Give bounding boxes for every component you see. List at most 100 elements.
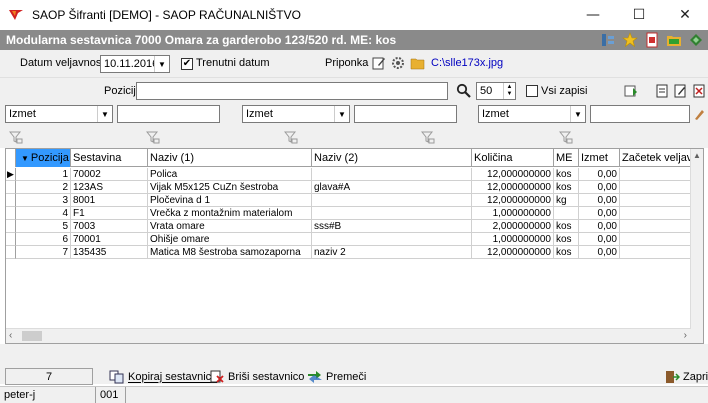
cell-name1[interactable]: Vrata omare	[148, 220, 312, 233]
cell-scrap[interactable]: 0,00	[579, 220, 620, 233]
cell-name1[interactable]: Vrečka z montažnim materialom	[148, 207, 312, 220]
filter-value-3[interactable]	[590, 105, 690, 123]
table-row[interactable]: 3 8001 Pločevina d 1 12,000000000 kg 0,00	[6, 194, 703, 207]
cell-unit[interactable]: kos	[554, 181, 579, 194]
cell-component[interactable]: 123AS	[71, 181, 148, 194]
cell-quantity[interactable]: 1,000000000	[472, 233, 554, 246]
position-search-input[interactable]	[136, 82, 448, 100]
folder-open-icon[interactable]	[666, 32, 682, 48]
cell-scrap[interactable]: 0,00	[579, 194, 620, 207]
attachment-file-link[interactable]: C:\slle173x.jpg	[431, 57, 503, 69]
cell-position[interactable]: 3	[16, 194, 71, 207]
scroll-left-icon[interactable]: ‹	[9, 330, 12, 341]
edit-attachment-icon[interactable]	[372, 56, 386, 70]
cell-quantity[interactable]: 1,000000000	[472, 207, 554, 220]
filter-field-2[interactable]: Izmet ▼	[242, 105, 350, 123]
cell-position[interactable]: 1	[16, 168, 71, 181]
horizontal-scrollbar[interactable]: ‹ ›	[6, 328, 691, 343]
column-header-unit[interactable]: ME	[554, 149, 579, 167]
cell-component[interactable]: 70001	[71, 233, 148, 246]
cell-position[interactable]: 5	[16, 220, 71, 233]
cell-scrap[interactable]: 0,00	[579, 181, 620, 194]
minimize-button[interactable]: —	[570, 0, 616, 30]
chevron-down-icon[interactable]: ▼	[334, 106, 349, 122]
table-row[interactable]: 6 70001 Ohišje omare 1,000000000 kos 0,00	[6, 233, 703, 246]
document-icon[interactable]	[644, 32, 660, 48]
filter-field-1[interactable]: Izmet ▼	[5, 105, 113, 123]
cell-position[interactable]: 4	[16, 207, 71, 220]
table-row[interactable]: ▶ 1 70002 Polica 12,000000000 kos 0,00	[6, 168, 703, 181]
cell-scrap[interactable]: 0,00	[579, 233, 620, 246]
table-row[interactable]: 4 F1 Vrečka z montažnim materialom 1,000000…	[6, 207, 703, 220]
cell-quantity[interactable]: 12,000000000	[472, 168, 554, 181]
filter-funnel-icon[interactable]	[284, 130, 298, 144]
filter-field-3[interactable]: Izmet ▼	[478, 105, 586, 123]
cell-scrap[interactable]: 0,00	[579, 168, 620, 181]
vertical-scrollbar[interactable]: ▲	[690, 149, 703, 343]
scroll-right-icon[interactable]: ›	[684, 330, 687, 341]
cell-name1[interactable]: Vijak M5x125 CuZn šestroba	[148, 181, 312, 194]
table-row[interactable]: 7 135435 Matica M8 šestroba samozaporna naz…	[6, 246, 703, 259]
maximize-button[interactable]: ☐	[616, 0, 662, 30]
cell-unit[interactable]: kos	[554, 233, 579, 246]
favorite-star-icon[interactable]	[622, 32, 638, 48]
current-date-checkbox[interactable]: ✔	[181, 58, 193, 70]
cell-name2[interactable]	[312, 233, 472, 246]
cell-name2[interactable]: naziv 2	[312, 246, 472, 259]
cell-name1[interactable]: Ohišje omare	[148, 233, 312, 246]
cell-position[interactable]: 7	[16, 246, 71, 259]
filter-funnel-icon[interactable]	[559, 130, 573, 144]
cell-component[interactable]: 8001	[71, 194, 148, 207]
table-row[interactable]: 2 123AS Vijak M5x125 CuZn šestroba glava#A 1…	[6, 181, 703, 194]
close-form-button[interactable]: Zapri	[664, 368, 708, 385]
edit-document-icon[interactable]	[673, 83, 687, 99]
column-header-component[interactable]: Sestavina	[71, 149, 148, 167]
cell-name1[interactable]: Pločevina d 1	[148, 194, 312, 207]
filter-funnel-icon[interactable]	[421, 130, 435, 144]
column-header-position[interactable]: ▼ Pozicija	[16, 149, 71, 167]
cell-unit[interactable]: kos	[554, 246, 579, 259]
search-icon[interactable]	[456, 83, 472, 99]
delete-component-list-button[interactable]: Briši sestavnico	[209, 368, 304, 385]
filter-funnel-icon[interactable]	[9, 130, 23, 144]
cell-position[interactable]: 2	[16, 181, 71, 194]
tree-view-icon[interactable]	[600, 32, 616, 48]
cell-name2[interactable]	[312, 168, 472, 181]
clear-filter-icon[interactable]	[693, 107, 705, 121]
cell-component[interactable]: F1	[71, 207, 148, 220]
copy-component-list-button[interactable]: Kopiraj sestavnico	[109, 368, 217, 385]
chevron-down-icon[interactable]: ▼	[154, 56, 169, 72]
cell-unit[interactable]: kos	[554, 168, 579, 181]
cell-position[interactable]: 6	[16, 233, 71, 246]
page-size-stepper[interactable]: 50 ▲ ▼	[476, 82, 516, 100]
all-records-checkbox[interactable]	[526, 85, 538, 97]
date-picker[interactable]: 10.11.2016 ▼	[100, 55, 170, 73]
cell-name1[interactable]: Matica M8 šestroba samozaporna	[148, 246, 312, 259]
table-row[interactable]: 5 7003 Vrata omare sss#B 2,000000000 kos 0,00	[6, 220, 703, 233]
cell-name1[interactable]: Polica	[148, 168, 312, 181]
filter-value-1[interactable]	[117, 105, 220, 123]
cell-scrap[interactable]: 0,00	[579, 246, 620, 259]
folder-open-icon[interactable]	[410, 56, 426, 70]
move-button[interactable]: Premeči	[307, 368, 366, 385]
cell-quantity[interactable]: 12,000000000	[472, 181, 554, 194]
settings-gear-icon[interactable]	[391, 56, 405, 70]
cell-name2[interactable]	[312, 194, 472, 207]
column-header-name1[interactable]: Naziv (1)	[148, 149, 312, 167]
new-document-icon[interactable]	[655, 83, 669, 99]
exit-icon[interactable]	[688, 32, 704, 48]
close-button[interactable]: ✕	[662, 0, 708, 30]
delete-document-icon[interactable]	[692, 83, 706, 99]
filter-funnel-icon[interactable]	[146, 130, 160, 144]
column-header-name2[interactable]: Naziv (2)	[312, 149, 472, 167]
scroll-up-icon[interactable]: ▲	[693, 151, 701, 160]
filter-value-2[interactable]	[354, 105, 457, 123]
cell-name2[interactable]	[312, 207, 472, 220]
cell-name2[interactable]: sss#B	[312, 220, 472, 233]
cell-component[interactable]: 70002	[71, 168, 148, 181]
cell-unit[interactable]	[554, 207, 579, 220]
scroll-thumb[interactable]	[22, 331, 42, 341]
column-header-scrap[interactable]: Izmet	[579, 149, 620, 167]
cell-name2[interactable]: glava#A	[312, 181, 472, 194]
cell-component[interactable]: 7003	[71, 220, 148, 233]
